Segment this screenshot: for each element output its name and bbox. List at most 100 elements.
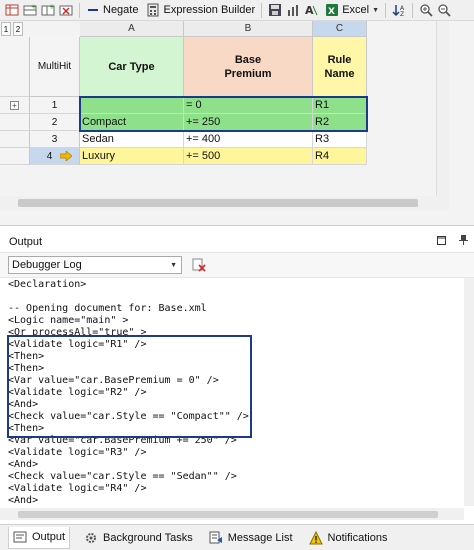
- log-line: <Check value="car.Style == "Sedan"" />: [8, 471, 237, 482]
- output-panel-header: Output: [0, 231, 474, 253]
- zoom-out-icon[interactable]: [435, 1, 453, 20]
- rule-name-cell[interactable]: R4: [313, 148, 367, 165]
- log-line: <Var value="car.BasePremium += 250" />: [8, 435, 237, 446]
- row-header[interactable]: 2: [30, 114, 80, 131]
- text-format-icon[interactable]: A: [302, 1, 320, 20]
- tab-message-list[interactable]: Message List: [207, 527, 295, 549]
- base-premium-column-title[interactable]: Base Premium: [184, 37, 313, 97]
- negate-icon: [88, 9, 98, 11]
- log-type-value: Debugger Log: [12, 259, 82, 271]
- sort-icon[interactable]: AZ: [390, 1, 408, 20]
- log-line: <Validate logic="R1" />: [8, 339, 147, 350]
- rule-name-cell[interactable]: R2: [313, 114, 367, 131]
- log-line: <Validate logic="R2" />: [8, 387, 147, 398]
- negate-button[interactable]: Negate: [84, 1, 140, 20]
- outline-level-buttons: 1 2: [0, 21, 30, 37]
- log-line: <And>: [8, 495, 39, 506]
- expression-builder-button[interactable]: Expression Builder: [144, 1, 257, 20]
- tab-label: Notifications: [327, 531, 388, 544]
- column-header-b[interactable]: B: [184, 21, 313, 37]
- expression-builder-label: Expression Builder: [163, 4, 256, 16]
- tab-notifications[interactable]: Notifications: [307, 527, 390, 549]
- column-header-c[interactable]: C: [313, 21, 367, 37]
- log-line: -- Opening document for: Base.xml: [8, 303, 207, 314]
- log-line: <Then>: [8, 363, 45, 374]
- svg-text:+: +: [31, 3, 37, 11]
- car-type-cell[interactable]: Luxury: [80, 148, 184, 165]
- toolbar-separator: [79, 2, 80, 18]
- scrollbar-thumb[interactable]: [18, 511, 438, 518]
- multihit-label: MultiHit: [30, 37, 80, 97]
- tab-label: Background Tasks: [103, 531, 193, 544]
- car-type-cell[interactable]: Sedan: [80, 131, 184, 148]
- tab-label: Output: [32, 531, 66, 543]
- expand-group-icon[interactable]: +: [10, 100, 19, 110]
- svg-text:A: A: [305, 4, 314, 17]
- base-premium-cell[interactable]: += 400: [184, 131, 313, 148]
- chart-icon[interactable]: [284, 1, 302, 20]
- log-line: <And>: [8, 459, 39, 470]
- rule-name-cell[interactable]: R1: [313, 97, 367, 114]
- log-type-select[interactable]: Debugger Log ▼: [8, 256, 182, 274]
- notifications-icon: [308, 530, 323, 544]
- toolbar-separator: [261, 2, 263, 18]
- chevron-down-icon: ▼: [372, 6, 380, 14]
- row-gutter: [0, 131, 30, 148]
- toolbar: + + Negate Expression Builder A X Excel …: [0, 0, 474, 21]
- background-tasks-icon: [86, 532, 97, 543]
- svg-text:X: X: [328, 7, 335, 17]
- excel-button[interactable]: X Excel ▼: [323, 1, 381, 20]
- insert-row-icon[interactable]: +: [21, 1, 39, 20]
- rule-name-column-title[interactable]: Rule Name: [313, 37, 367, 97]
- table-view-icon[interactable]: [3, 1, 21, 20]
- car-type-column-title[interactable]: Car Type: [80, 37, 184, 97]
- outline-level-1-button[interactable]: 1: [1, 22, 11, 36]
- log-line: <Then>: [8, 351, 45, 362]
- negate-label: Negate: [103, 4, 139, 16]
- log-line: <Validate logic="R3" />: [8, 447, 147, 458]
- toolbar-separator: [385, 2, 387, 18]
- output-panel-title: Output: [9, 235, 43, 248]
- log-line: <Var value="car.BasePremium = 0" />: [8, 375, 219, 386]
- clear-log-icon: [192, 258, 206, 272]
- maximize-icon[interactable]: [430, 235, 452, 248]
- tab-output[interactable]: Output: [8, 526, 71, 549]
- clear-log-button[interactable]: [190, 256, 208, 274]
- tab-background-tasks[interactable]: Background Tasks: [82, 527, 195, 549]
- grid-vertical-scrollbar[interactable]: [436, 21, 449, 196]
- save-icon[interactable]: [266, 1, 284, 20]
- svg-text:Z: Z: [400, 11, 404, 17]
- log-line: <Check value="car.Style == "Compact"" />: [8, 411, 249, 422]
- bottom-tab-bar: Output Background Tasks Message List Not…: [0, 524, 474, 550]
- row-group-gutter: +: [0, 97, 30, 114]
- row-header-current[interactable]: 4: [30, 148, 80, 165]
- log-line: <Validate logic="R4" />: [8, 483, 147, 494]
- log-horizontal-scrollbar[interactable]: [0, 508, 464, 520]
- outline-level-2-button[interactable]: 2: [13, 22, 23, 36]
- svg-text:+: +: [49, 3, 55, 11]
- current-row-arrow-icon: [60, 151, 73, 161]
- excel-icon: X: [326, 4, 339, 17]
- chevron-down-icon: ▼: [170, 261, 177, 269]
- row-header[interactable]: 3: [30, 131, 80, 148]
- grid-horizontal-scrollbar[interactable]: [0, 196, 449, 210]
- car-type-cell[interactable]: Compact: [80, 114, 184, 131]
- delete-icon[interactable]: [57, 1, 75, 20]
- log-line: <Then>: [8, 423, 45, 434]
- scrollbar-thumb[interactable]: [18, 199, 418, 207]
- column-header-a[interactable]: A: [80, 21, 184, 37]
- insert-column-icon[interactable]: +: [39, 1, 57, 20]
- toolbar-separator: [412, 2, 414, 18]
- log-line: <Declaration>: [8, 279, 87, 290]
- base-premium-cell[interactable]: += 250: [184, 114, 313, 131]
- base-premium-cell[interactable]: += 500: [184, 148, 313, 165]
- pin-icon[interactable]: [452, 235, 474, 248]
- row-header[interactable]: 1: [30, 97, 80, 114]
- debugger-log[interactable]: <Declaration> -- Opening document for: Ba…: [0, 278, 464, 506]
- car-type-cell[interactable]: [80, 97, 184, 114]
- zoom-in-icon[interactable]: [417, 1, 435, 20]
- rule-name-cell[interactable]: R3: [313, 131, 367, 148]
- log-vertical-scrollbar[interactable]: [464, 278, 474, 506]
- base-premium-cell[interactable]: = 0: [184, 97, 313, 114]
